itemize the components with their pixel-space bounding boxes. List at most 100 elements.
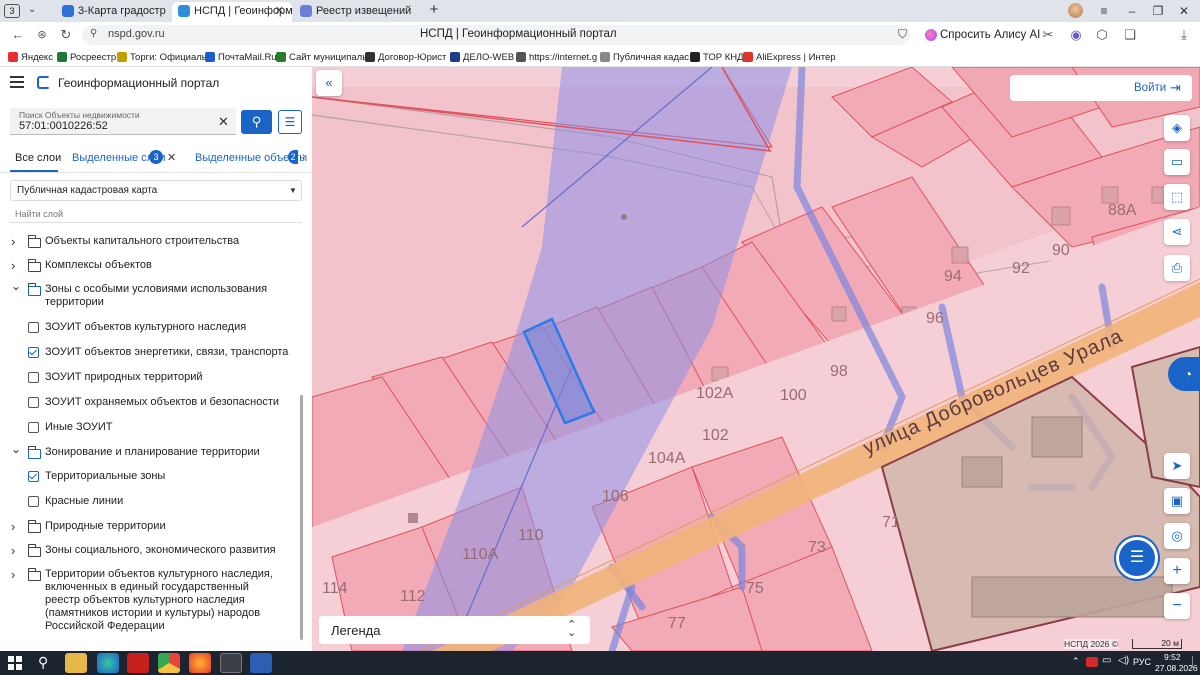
browser-tab[interactable]: НСПД | Геоинформацион✕ xyxy=(172,2,292,22)
layers-control[interactable]: ◈ xyxy=(1164,115,1190,141)
side-widget-button[interactable]: ◔ xyxy=(1168,357,1200,391)
ruler-control[interactable]: ▭ xyxy=(1164,149,1190,175)
shield-icon[interactable]: ⊛ xyxy=(34,27,50,43)
minimize-icon[interactable]: – xyxy=(1122,3,1142,19)
print-control[interactable]: ⎙ xyxy=(1164,255,1190,281)
find-layer-input[interactable]: Найти слой xyxy=(10,208,302,223)
layer-checkbox[interactable] xyxy=(28,471,39,482)
close-window-icon[interactable]: ✕ xyxy=(1174,3,1194,19)
tray-app-icon[interactable] xyxy=(1086,657,1098,667)
layer-checkbox[interactable] xyxy=(28,422,39,433)
cadastral-map[interactable]: 88А 90 92 94 96 98 100 102А 102 104А 106 110 110А 112… xyxy=(312,67,1200,651)
chevron-right-icon[interactable]: › xyxy=(11,568,15,581)
layer-checkbox[interactable] xyxy=(28,347,39,358)
file-explorer-icon[interactable] xyxy=(65,653,87,673)
bookmark-item[interactable]: Публичная кадас xyxy=(600,51,689,64)
alice-label: Спросить Алису AI xyxy=(940,29,1041,41)
new-tab-button[interactable]: + xyxy=(426,2,442,18)
notifications-icon[interactable] xyxy=(1192,656,1198,668)
layer-checkbox[interactable] xyxy=(28,322,39,333)
share-control[interactable]: ⋖ xyxy=(1164,219,1190,245)
download-icon[interactable]: ⤓ xyxy=(1176,27,1192,43)
clock-time[interactable]: 9:52 xyxy=(1164,652,1181,662)
close-tab-icon[interactable]: ✕ xyxy=(275,2,284,20)
layer-checkbox[interactable] xyxy=(28,397,39,408)
volume-icon[interactable]: ◁) xyxy=(1118,655,1129,666)
panel-scrollbar[interactable] xyxy=(300,395,303,640)
bookmark-item[interactable]: ПочтаMail.Ru xyxy=(205,51,277,64)
layer-checkbox[interactable] xyxy=(28,496,39,507)
extension-icon-2[interactable]: ◉ xyxy=(1068,27,1084,43)
bookmark-label: https://internet.g xyxy=(529,52,598,63)
windows-start-icon[interactable] xyxy=(8,656,22,670)
house-number-label: 114 xyxy=(322,580,348,597)
chevron-right-icon[interactable]: › xyxy=(11,235,15,248)
search-button[interactable]: ⚲ xyxy=(241,110,272,134)
bookmark-item[interactable]: Росреестр xyxy=(57,51,116,64)
bookmark-icon[interactable]: ⛉ xyxy=(898,27,907,42)
clear-search-icon[interactable]: ✕ xyxy=(218,114,229,130)
filter-button[interactable]: ☰ xyxy=(278,110,302,134)
area-select-control[interactable]: ⬚ xyxy=(1164,184,1190,210)
profile-avatar[interactable] xyxy=(1068,3,1083,18)
basemap-select[interactable]: Публичная кадастровая карта ▼ xyxy=(10,180,302,201)
collections-icon[interactable]: ❏ xyxy=(1122,27,1138,43)
layer-label: Природные территории xyxy=(45,520,166,532)
bookmark-item[interactable]: Торги: Официаль xyxy=(117,51,207,64)
word-icon[interactable] xyxy=(250,653,272,673)
house-number-label: 100 xyxy=(780,387,807,404)
zoom-out-button[interactable]: − xyxy=(1164,593,1190,619)
bookmark-item[interactable]: ДЕЛО-WEB xyxy=(450,51,514,64)
chevron-down-icon[interactable]: ⌄ xyxy=(11,443,21,456)
browser-tab[interactable]: Реестр извещений xyxy=(294,2,420,22)
bookmark-item[interactable]: https://internet.g xyxy=(516,51,597,64)
back-icon[interactable]: ← xyxy=(10,27,26,43)
restore-icon[interactable]: ❐ xyxy=(1148,3,1168,19)
selected-objects-badge: 2 xyxy=(288,150,298,164)
search-box[interactable]: Поиск Объекты недвижимости 57:01:0010226… xyxy=(10,108,236,135)
network-icon[interactable]: ▭ xyxy=(1102,655,1111,666)
legend-toggle[interactable]: Легенда ⌃ ⌄ xyxy=(319,616,590,644)
bookmark-item[interactable]: Договор-Юрист xyxy=(365,51,446,64)
map-view[interactable]: 88А 90 92 94 96 98 100 102А 102 104А 106 110 110А 112… xyxy=(312,67,1200,651)
clear-selected-layers-icon[interactable]: ✕ xyxy=(167,151,176,164)
collapse-panel-button[interactable]: « xyxy=(316,70,342,96)
tabs-menu-icon[interactable]: ⌄ xyxy=(28,4,36,15)
chevron-right-icon[interactable]: › xyxy=(11,520,15,533)
extension-icon-1[interactable]: ✂ xyxy=(1040,27,1056,43)
url-field[interactable]: ⚲ nspd.gov.ru НСПД | Геоинформационный п… xyxy=(82,25,910,45)
browser-tab[interactable]: 3-Карта градостроительн xyxy=(56,2,166,22)
taskbar-search-icon[interactable]: ⚲ xyxy=(38,654,48,671)
alice-button[interactable]: Спросить Алису AI xyxy=(922,26,1040,44)
chevron-down-icon[interactable]: ⌄ xyxy=(11,280,21,293)
tray-chevron-icon[interactable]: ⌃ xyxy=(1072,656,1080,667)
bookmark-label: Росреестр xyxy=(70,52,117,63)
bookmark-item[interactable]: Сайт муниципаль xyxy=(276,51,367,64)
locate-control[interactable]: ◎ xyxy=(1164,523,1190,549)
bookmark-item[interactable]: Яндекс xyxy=(8,51,53,64)
hamburger-menu-icon[interactable] xyxy=(10,76,24,88)
firefox-icon[interactable] xyxy=(189,653,211,673)
search-input[interactable]: 57:01:0010226:52 xyxy=(19,120,108,132)
tabs-scroll-right-icon[interactable]: › xyxy=(302,151,305,162)
yandex-browser-icon[interactable] xyxy=(220,653,242,673)
language-indicator[interactable]: РУС xyxy=(1133,657,1151,667)
reload-icon[interactable]: ↻ xyxy=(58,27,74,43)
acrobat-icon[interactable] xyxy=(127,653,149,673)
browser-menu-icon[interactable]: ≡ xyxy=(1094,3,1114,19)
chevron-right-icon[interactable]: › xyxy=(11,544,15,557)
bookmark-item[interactable]: AliExpress | Интер xyxy=(743,51,836,64)
tab-counter[interactable]: 3 xyxy=(4,4,20,18)
geolocate-control[interactable]: ➤ xyxy=(1164,453,1190,479)
layer-checkbox[interactable] xyxy=(28,372,39,383)
bookmark-item[interactable]: ТОР КНД xyxy=(690,51,744,64)
login-button[interactable]: Войти ⇥ xyxy=(1010,75,1192,101)
edge-icon[interactable] xyxy=(97,653,119,673)
extensions-icon[interactable]: ⬡ xyxy=(1094,27,1110,43)
chevron-right-icon[interactable]: › xyxy=(11,259,15,272)
chrome-icon[interactable] xyxy=(158,653,180,673)
zoom-in-button[interactable]: + xyxy=(1164,558,1190,584)
tab-all-layers[interactable]: Все слои xyxy=(15,152,61,164)
minimap-control[interactable]: ▣ xyxy=(1164,488,1190,514)
chat-button[interactable]: ☰ xyxy=(1116,537,1158,579)
